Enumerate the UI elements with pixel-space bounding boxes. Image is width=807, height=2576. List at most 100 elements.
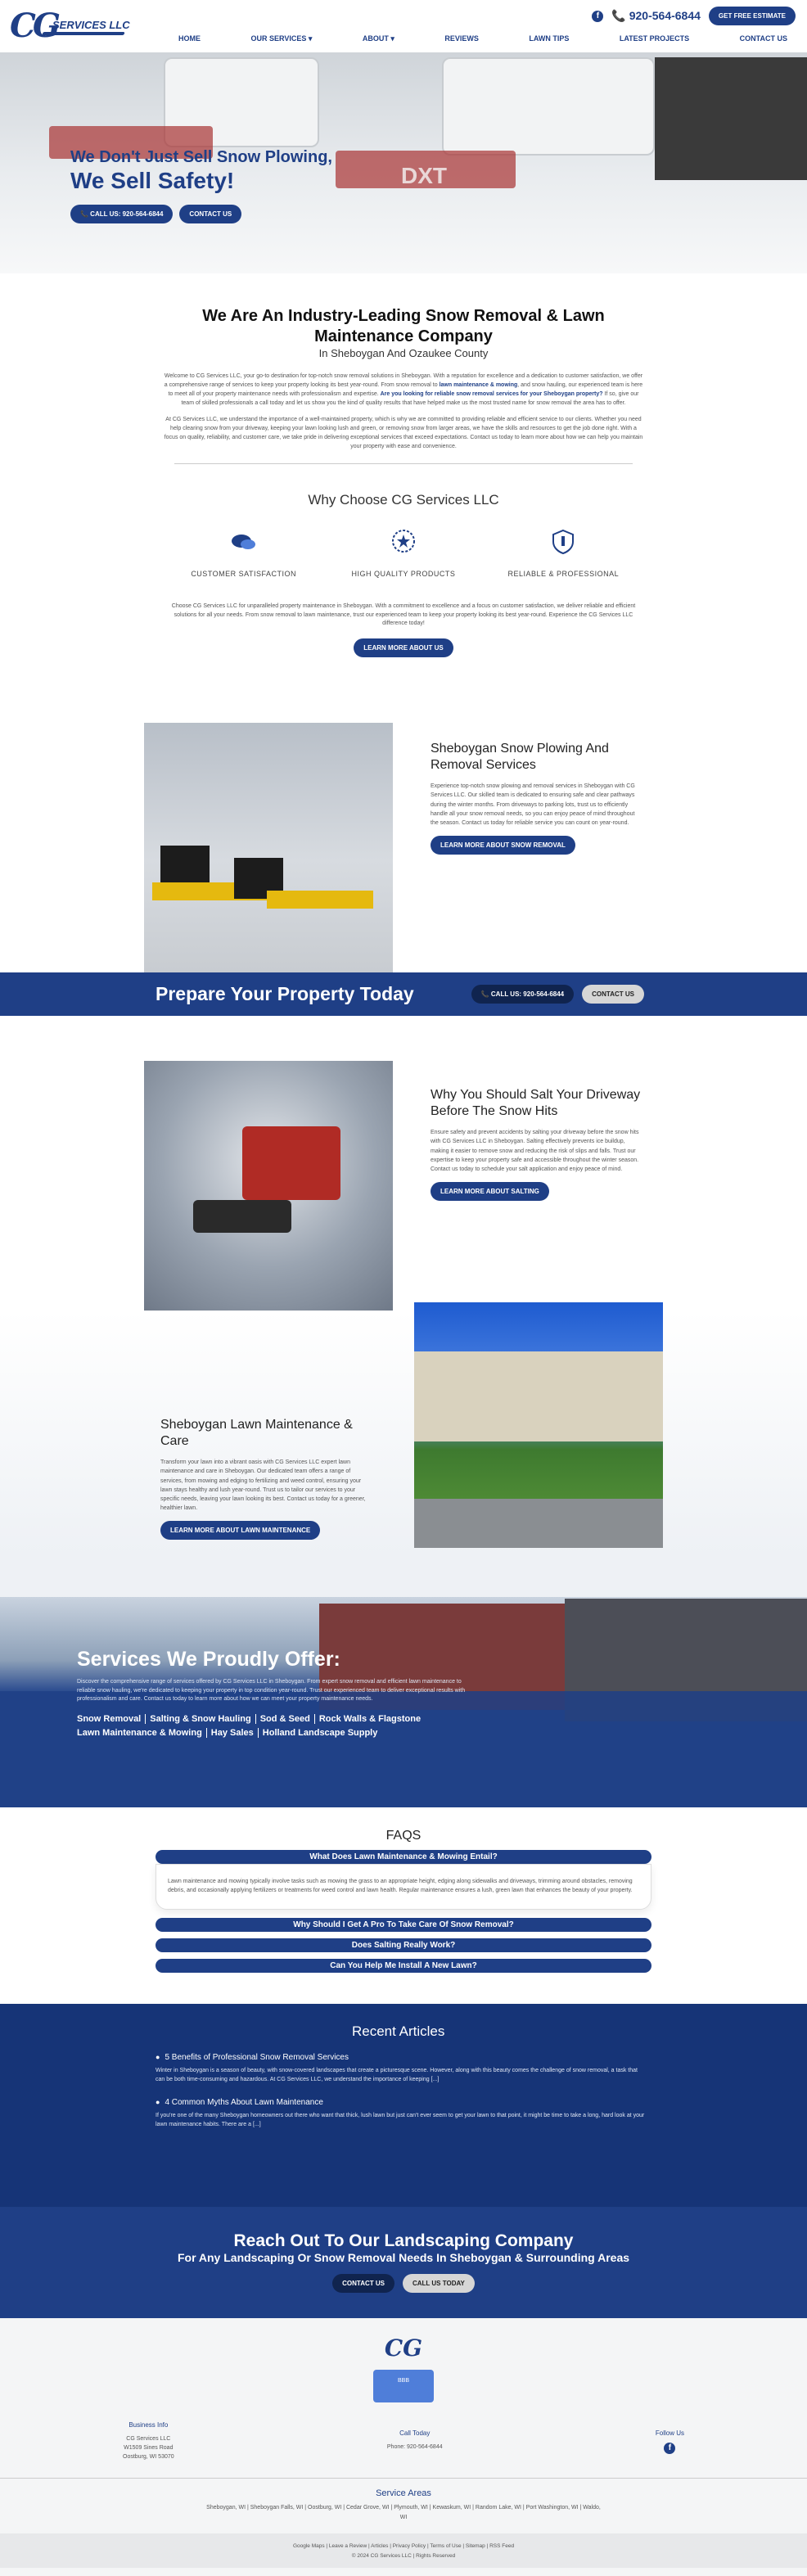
intro-section: We Are An Industry-Leading Snow Removal … bbox=[0, 273, 807, 492]
why-body: Choose CG Services LLC for unparalleled … bbox=[171, 602, 636, 627]
site-footer: CG BBB Business Info CG Services LLC W15… bbox=[0, 2317, 807, 2576]
article-excerpt: If you're one of the many Sheboygan home… bbox=[156, 2112, 645, 2127]
lawn-learn-more-button[interactable]: LEARN MORE ABOUT LAWN MAINTENANCE bbox=[160, 1521, 321, 1541]
shield-icon bbox=[552, 529, 575, 554]
salt-learn-more-button[interactable]: LEARN MORE ABOUT SALTING bbox=[431, 1182, 549, 1202]
snow-learn-more-button[interactable]: LEARN MORE ABOUT SNOW REMOVAL bbox=[431, 836, 575, 855]
footer-links[interactable]: Google Maps | Leave a Review | Articles … bbox=[0, 2542, 807, 2551]
reach-subtitle: For Any Landscaping Or Snow Removal Need… bbox=[177, 2250, 630, 2264]
faq-question[interactable]: What Does Lawn Maintenance & Mowing Enta… bbox=[156, 1850, 651, 1865]
business-info: Business Info CG Services LLC W1509 Sine… bbox=[123, 2420, 174, 2461]
service-link-holland-supply[interactable]: Holland Landscape Supply bbox=[263, 1728, 382, 1738]
facebook-icon[interactable]: f bbox=[592, 10, 604, 22]
facebook-icon[interactable]: f bbox=[664, 2442, 676, 2454]
free-estimate-button[interactable]: GET FREE ESTIMATE bbox=[708, 7, 796, 25]
service-link-rock-walls[interactable]: Rock Walls & Flagstone bbox=[319, 1714, 425, 1724]
learn-more-about-us-button[interactable]: LEARN MORE ABOUT US bbox=[354, 638, 453, 658]
nav-latest-projects[interactable]: LATEST PROJECTS bbox=[613, 34, 696, 43]
intro-subtitle: In Sheboygan And Ozaukee County bbox=[318, 347, 489, 359]
intro-paragraph-1: Welcome to CG Services LLC, your go-to d… bbox=[164, 373, 643, 406]
hero-dump-trailer bbox=[655, 57, 807, 180]
article-title[interactable]: 4 Common Myths About Lawn Maintenance bbox=[156, 2098, 647, 2107]
footer-phone[interactable]: Phone: 920-564-6844 bbox=[387, 2443, 443, 2452]
article-title[interactable]: 5 Benefits of Professional Snow Removal … bbox=[156, 2053, 647, 2062]
hero-subtitle: We Sell Safety! bbox=[70, 168, 235, 193]
nav-contact-us[interactable]: CONTACT US bbox=[733, 34, 794, 43]
site-header: CG SERVICES LLC f 📞 920-564-6844 GET FRE… bbox=[0, 0, 807, 52]
follow-us: Follow Us f bbox=[655, 2429, 684, 2454]
skidsteer-bucket bbox=[193, 1200, 291, 1234]
service-link-snow-removal[interactable]: Snow Removal bbox=[77, 1713, 147, 1724]
footer-columns: Business Info CG Services LLC W1509 Sine… bbox=[0, 2420, 807, 2461]
feature-customer-satisfaction: CUSTOMER SATISFACTION bbox=[178, 528, 309, 578]
road bbox=[414, 1499, 663, 1549]
faq-answer: Lawn maintenance and mowing typically in… bbox=[156, 1864, 651, 1910]
reach-out-section: Reach Out To Our Landscaping Company For… bbox=[0, 2206, 807, 2318]
skidsteer-body bbox=[242, 1126, 340, 1201]
nav-lawn-tips[interactable]: LAWN TIPS bbox=[522, 34, 575, 43]
service-link-sod-seed[interactable]: Sod & Seed bbox=[259, 1713, 315, 1724]
snow-text: Sheboygan Snow Plowing And Removal Servi… bbox=[431, 741, 643, 855]
salting-skidsteer-photo bbox=[144, 1061, 393, 1311]
article-item: 5 Benefits of Professional Snow Removal … bbox=[156, 2053, 647, 2085]
intro-title: We Are An Industry-Leading Snow Removal … bbox=[202, 307, 605, 345]
salt-text: Why You Should Salt Your Driveway Before… bbox=[431, 1087, 643, 1202]
salt-section: Why You Should Salt Your Driveway Before… bbox=[0, 1061, 807, 1311]
reach-call-button[interactable]: CALL US TODAY bbox=[402, 2273, 475, 2293]
building-row bbox=[414, 1351, 663, 1442]
copyright: © 2024 CG Services LLC | Rights Reserved bbox=[351, 2553, 456, 2560]
nav-reviews[interactable]: REVIEWS bbox=[438, 34, 485, 43]
footer-logo[interactable]: CG bbox=[0, 2335, 807, 2362]
nav-our-services[interactable]: OUR SERVICES ▾ bbox=[244, 34, 318, 43]
hero-title: We Don't Just Sell Snow Plowing, bbox=[70, 148, 332, 166]
snow-title: Sheboygan Snow Plowing And Removal Servi… bbox=[431, 742, 609, 773]
phone-number: 920-564-6844 bbox=[629, 9, 701, 22]
intro-paragraph-2: At CG Services LLC, we understand the im… bbox=[164, 417, 643, 449]
service-areas: Service Areas Sheboygan, WI | Sheboygan … bbox=[206, 2488, 601, 2520]
main-nav: HOME OUR SERVICES ▾ ABOUT ▾ REVIEWS LAWN… bbox=[172, 34, 794, 43]
lawn-maintenance-link[interactable]: lawn maintenance & mowing bbox=[440, 382, 518, 388]
footer-bottom: Google Maps | Leave a Review | Articles … bbox=[0, 2533, 807, 2569]
faqs-section: FAQS What Does Lawn Maintenance & Mowing… bbox=[0, 1807, 807, 2004]
header-contact: f 📞 920-564-6844 GET FREE ESTIMATE bbox=[592, 7, 796, 25]
services-title: Services We Proudly Offer: bbox=[77, 1648, 340, 1671]
service-link-lawn-maintenance[interactable]: Lawn Maintenance & Mowing bbox=[77, 1728, 207, 1739]
header-phone[interactable]: 📞 920-564-6844 bbox=[611, 9, 701, 23]
hero-contact-button[interactable]: CONTACT US bbox=[179, 205, 242, 223]
services-links: Snow Removal Salting & Snow Hauling Sod & … bbox=[77, 1712, 470, 1741]
faq-question[interactable]: Does Salting Really Work? bbox=[156, 1938, 651, 1952]
why-choose-section: Why Choose CG Services LLC CUSTOMER SATI… bbox=[0, 492, 807, 674]
lawn-section: Sheboygan Lawn Maintenance & Care Transf… bbox=[0, 1302, 807, 1557]
band-title: Prepare Your Property Today bbox=[156, 983, 414, 1005]
spacer bbox=[0, 1556, 807, 1598]
feature-high-quality: HIGH QUALITY PRODUCTS bbox=[338, 528, 469, 578]
snow-body: Experience top-notch snow plowing and re… bbox=[431, 783, 635, 827]
hero-call-button[interactable]: 📞 CALL US: 920-564-6844 bbox=[70, 205, 174, 223]
footer-divider bbox=[0, 2478, 807, 2479]
logo-subtext: SERVICES LLC bbox=[52, 19, 130, 31]
faq-question[interactable]: Can You Help Me Install A New Lawn? bbox=[156, 1958, 651, 1973]
reach-contact-button[interactable]: CONTACT US bbox=[332, 2273, 394, 2293]
service-link-salting[interactable]: Salting & Snow Hauling bbox=[150, 1713, 256, 1724]
article-item: 4 Common Myths About Lawn Maintenance If… bbox=[156, 2098, 647, 2130]
service-link-hay-sales[interactable]: Hay Sales bbox=[210, 1728, 259, 1739]
services-section: Services We Proudly Offer: Discover the … bbox=[0, 1597, 807, 1808]
lawn-title: Sheboygan Lawn Maintenance & Care bbox=[160, 1418, 353, 1449]
reach-buttons: CONTACT US CALL US TODAY bbox=[0, 2273, 807, 2293]
nav-about[interactable]: ABOUT ▾ bbox=[356, 34, 401, 43]
snow-loaders-photo bbox=[144, 723, 393, 973]
bbb-badge[interactable]: BBB bbox=[373, 2369, 434, 2402]
feature-reliable: RELIABLE & PROFESSIONAL bbox=[498, 528, 629, 578]
nav-home[interactable]: HOME bbox=[172, 34, 207, 43]
salt-title: Why You Should Salt Your Driveway Before… bbox=[431, 1088, 641, 1119]
services-body: Discover the comprehensive range of serv… bbox=[77, 1679, 466, 1703]
feature-list: CUSTOMER SATISFACTION HIGH QUALITY PRODU… bbox=[164, 528, 643, 578]
quality-badge-icon bbox=[391, 529, 415, 553]
band-call-button[interactable]: 📞 CALL US: 920-564-6844 bbox=[471, 985, 575, 1004]
band-contact-button[interactable]: CONTACT US bbox=[582, 985, 644, 1004]
logo[interactable]: CG SERVICES LLC bbox=[10, 7, 133, 45]
faq-question[interactable]: Why Should I Get A Pro To Take Care Of S… bbox=[156, 1917, 651, 1932]
lawn-photo bbox=[414, 1302, 663, 1549]
